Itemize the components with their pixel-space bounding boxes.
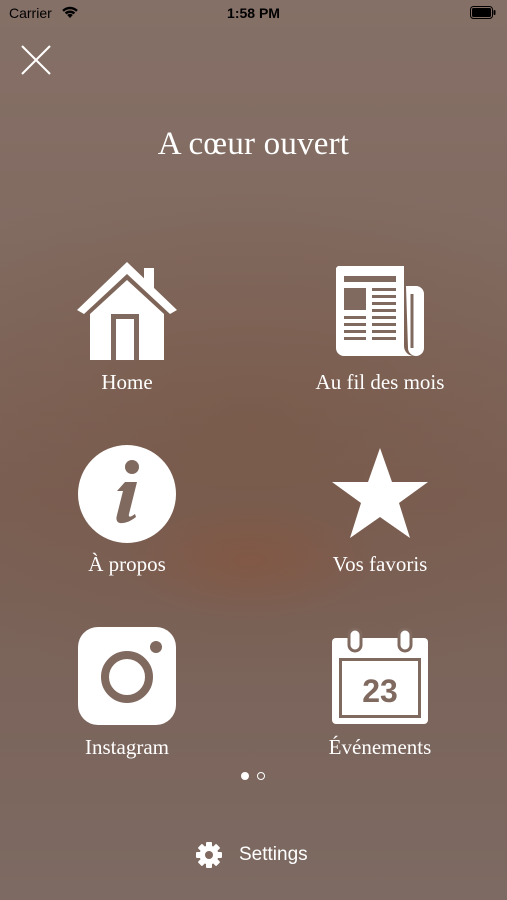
calendar-icon: 23 [280,627,480,727]
status-bar: Carrier 1:58 PM [0,0,507,28]
page-dot-active[interactable] [241,772,249,780]
menu-item-label: Au fil des mois [315,370,445,394]
menu-item-instagram[interactable]: Instagram [27,627,227,767]
settings-label: Settings [239,844,308,865]
newspaper-icon [280,262,480,362]
calendar-day-number: 23 [362,673,398,709]
page-dot-inactive[interactable] [257,772,265,780]
close-button[interactable] [16,42,56,78]
instagram-icon [27,627,227,727]
settings-button[interactable]: Settings [195,840,325,870]
menu-item-label: À propos [88,552,166,576]
menu-item-au-fil-des-mois[interactable]: Au fil des mois [280,262,480,402]
menu-item-evenements[interactable]: 23 Événements [280,627,480,767]
app-title: A cœur ouvert [157,126,350,162]
menu-item-home[interactable]: Home [27,262,227,402]
star-icon [280,444,480,544]
close-icon [21,45,51,75]
battery-icon [470,6,496,19]
page-indicator[interactable] [241,772,271,782]
menu-item-label: Événements [328,735,432,759]
clock: 1:58 PM [227,5,280,21]
home-icon [27,262,227,362]
menu-item-label: Instagram [85,735,169,759]
menu-item-label: Vos favoris [332,552,428,576]
info-icon [27,444,227,544]
menu-item-vos-favoris[interactable]: Vos favoris [280,444,480,584]
gear-icon [195,841,223,875]
menu-item-label: Home [101,370,153,394]
menu-item-a-propos[interactable]: À propos [27,444,227,584]
